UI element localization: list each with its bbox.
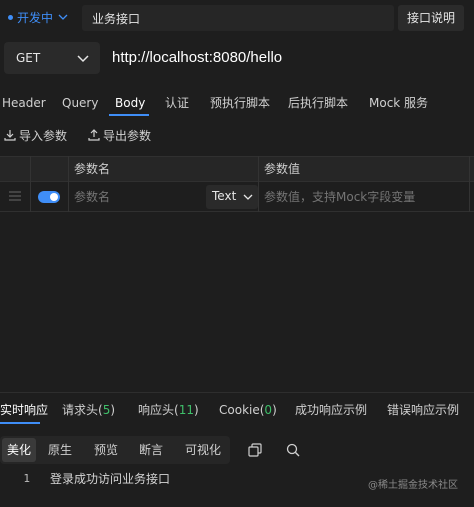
drag-handle-icon[interactable] [8,190,22,202]
active-tab-indicator [0,422,40,424]
chevron-down-icon [243,194,253,200]
tab-realtime-response[interactable]: 实时响应 [0,398,48,422]
method-label: GET [16,51,41,65]
tab-success-example[interactable]: 成功响应示例 [295,398,367,422]
param-type-select[interactable]: Text [206,185,258,209]
export-label: 导出参数 [103,128,152,143]
search-icon[interactable] [286,443,300,457]
tab-post-script[interactable]: 后执行脚本 [288,90,348,118]
tab-raw[interactable]: 原生 [43,438,77,462]
tab-label: Cookie [219,403,260,417]
environment-label: 开发中 [17,10,54,25]
tab-cookie[interactable]: Cookie(0) [219,398,277,422]
download-icon [4,130,16,141]
tab-header[interactable]: Header [2,90,46,118]
response-divider [0,392,474,393]
chevron-down-icon [58,14,68,20]
column-header-value: 参数值 [264,162,301,176]
watermark: @稀土掘金技术社区 [368,480,458,491]
url-input[interactable]: http://localhost:8080/hello [104,42,474,74]
column-divider [30,156,31,212]
import-label: 导入参数 [19,128,68,143]
count-badge: 5 [102,403,111,417]
tab-auth[interactable]: 认证 [165,90,189,118]
tab-query[interactable]: Query [62,90,98,118]
active-tab-indicator [109,114,149,116]
tab-visualize[interactable]: 可视化 [180,438,226,462]
column-header-name: 参数名 [74,162,111,176]
param-value-input[interactable] [258,185,470,209]
import-params-button[interactable]: 导入参数 [4,124,67,146]
line-number: 1 [23,472,30,485]
response-body-text: 登录成功访问业务接口 [50,472,171,486]
param-enable-toggle[interactable] [38,191,60,203]
tab-pre-script[interactable]: 预执行脚本 [210,90,270,118]
method-select[interactable]: GET [4,42,100,74]
param-type-label: Text [212,189,237,203]
tab-response-headers[interactable]: 响应头(11) [138,398,199,422]
tab-preview[interactable]: 预览 [89,438,123,462]
count-badge: 11 [178,403,194,417]
api-name-input[interactable]: 业务接口 [82,5,394,31]
tab-error-example[interactable]: 错误响应示例 [387,398,459,422]
request-tabs: Header Query Body 认证 预执行脚本 后执行脚本 Mock 服务 [0,90,474,118]
count-badge: 0 [264,403,273,417]
tab-mock-service[interactable]: Mock 服务 [369,90,428,118]
tab-label: 响应头 [138,403,175,417]
params-table-header: 参数名 参数值 [0,156,474,182]
tab-label: 请求头 [62,403,99,417]
status-dot-icon [8,14,13,20]
copy-icon[interactable] [248,443,262,457]
export-params-button[interactable]: 导出参数 [88,124,151,146]
environment-selector[interactable]: 开发中 [8,6,69,28]
chevron-down-icon [77,55,89,63]
api-doc-button[interactable]: 接口说明 [398,5,464,31]
tab-request-headers[interactable]: 请求头(5) [62,398,115,422]
upload-icon [88,129,100,141]
param-name-input[interactable] [68,185,204,209]
tab-beautify[interactable]: 美化 [2,438,36,462]
tab-assert[interactable]: 断言 [134,438,168,462]
toggle-knob [50,193,58,201]
